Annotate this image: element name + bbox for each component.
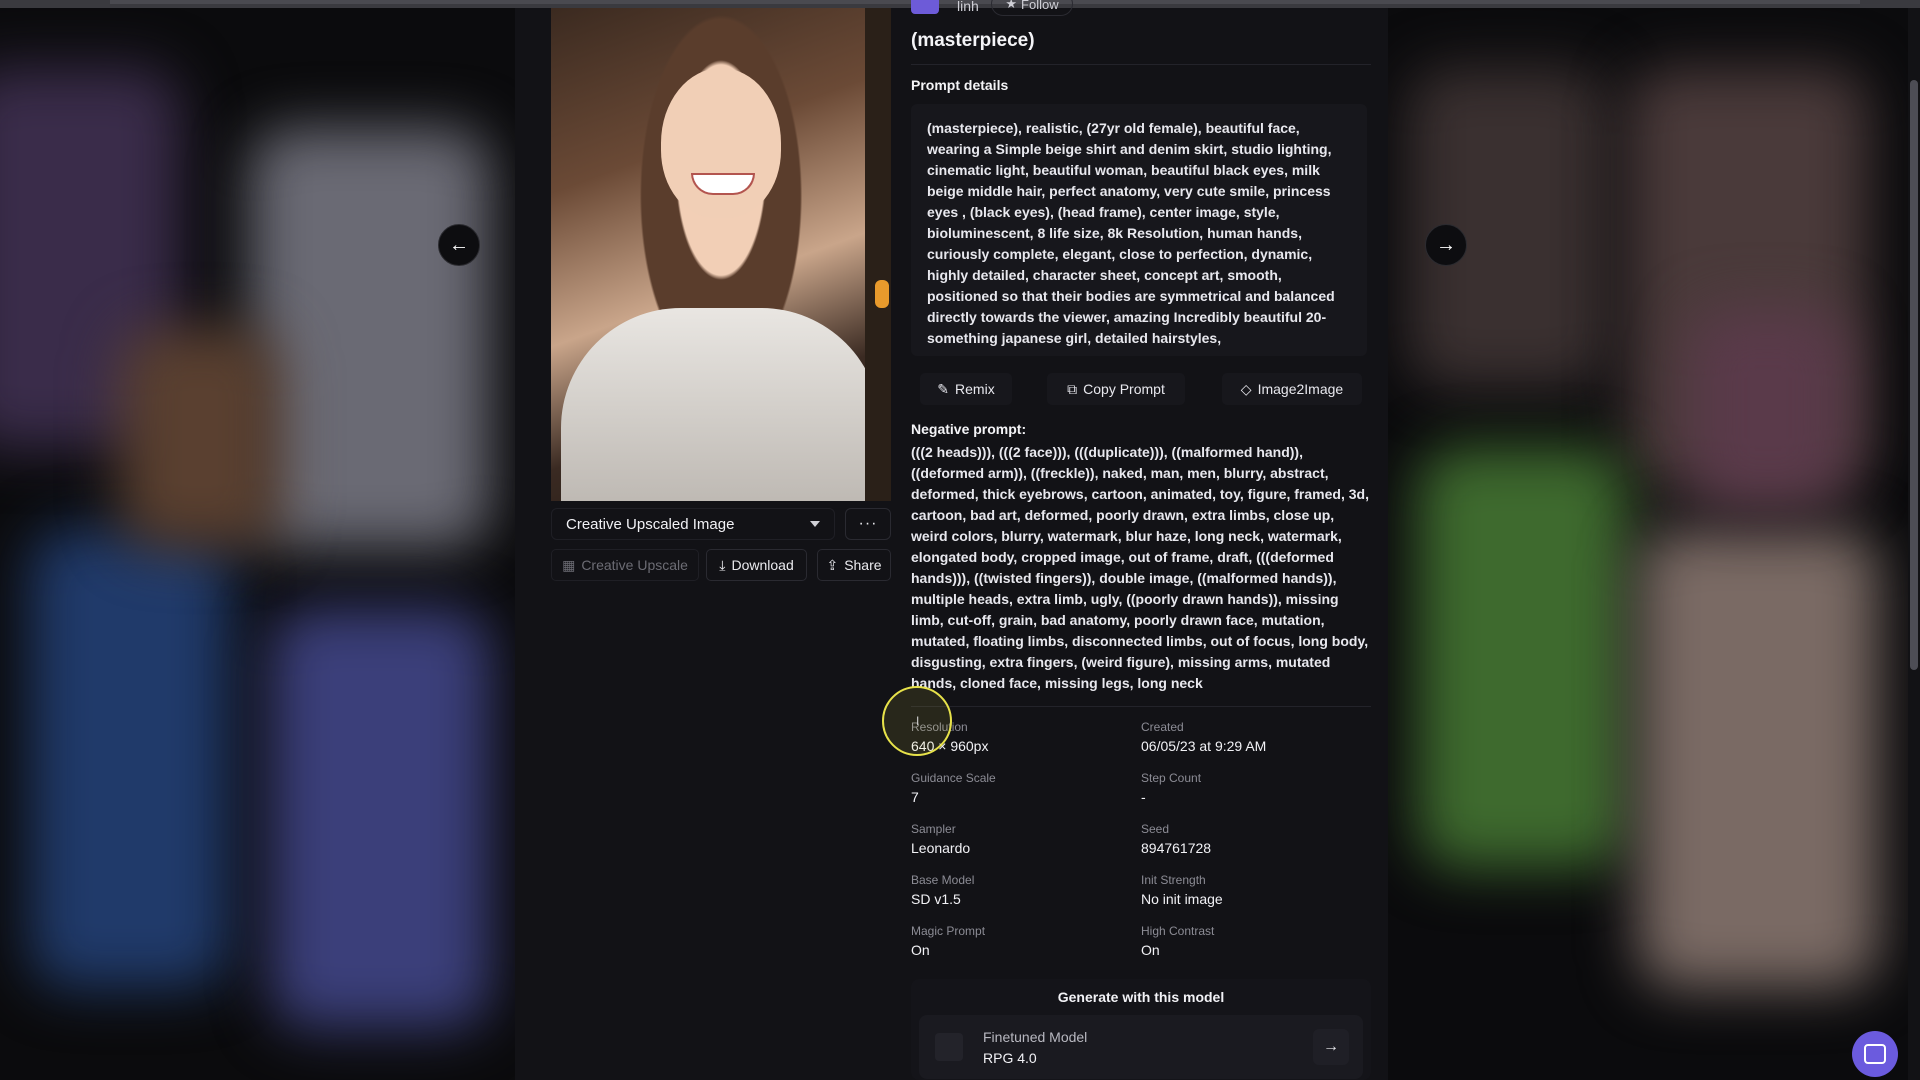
blur-shape — [270, 608, 490, 1028]
meta-sampler: Sampler Leonardo — [911, 822, 970, 856]
blur-shape — [1688, 308, 1848, 508]
meta-value: Leonardo — [911, 840, 971, 856]
blur-shape — [120, 328, 280, 548]
follow-button[interactable]: ★ Follow — [991, 0, 1073, 16]
meta-key: High Contrast — [1141, 924, 1215, 938]
share-label: Share — [844, 557, 882, 573]
chat-launcher-button[interactable] — [1852, 1031, 1898, 1077]
image2image-button[interactable]: ◇ Image2Image — [1222, 373, 1362, 405]
copy-prompt-button[interactable]: ⧉ Copy Prompt — [1047, 373, 1185, 405]
blur-shape — [1418, 448, 1628, 868]
page-scrollbar[interactable] — [1908, 8, 1920, 1080]
prompt-text-box: (masterpiece), realistic, (27yr old fema… — [911, 104, 1367, 356]
model-thumbnail — [935, 1033, 963, 1061]
meta-seed: Seed 894761728 — [1141, 822, 1211, 856]
meta-created: Created 06/05/23 at 9:29 AM — [1141, 720, 1266, 754]
star-icon: ★ — [1005, 0, 1018, 11]
meta-value: SD v1.5 — [911, 891, 961, 907]
meta-value: - — [1141, 789, 1146, 805]
prompt-details-label: Prompt details — [911, 77, 1009, 93]
magic-wand-icon: ✎ — [937, 380, 950, 397]
avatar[interactable] — [911, 0, 939, 14]
share-button[interactable]: ⇪ Share — [817, 549, 891, 581]
negative-prompt-text: (((2 heads))), (((2 face))), (((duplicat… — [911, 444, 1369, 691]
meta-magic-prompt: Magic Prompt On — [911, 924, 985, 958]
meta-guidance-scale: Guidance Scale 7 — [911, 771, 996, 805]
image-face — [661, 68, 781, 218]
next-image-button[interactable]: → — [1425, 224, 1467, 266]
meta-key: Step Count — [1141, 771, 1202, 785]
image-accent — [875, 280, 889, 308]
blur-shape — [30, 528, 230, 988]
follow-label: Follow — [1021, 0, 1059, 12]
meta-value: 06/05/23 at 9:29 AM — [1141, 738, 1267, 754]
more-options-button[interactable]: ··· — [845, 508, 891, 540]
divider — [911, 706, 1371, 707]
page-title: (masterpiece) — [911, 30, 1035, 51]
blur-shape — [1638, 528, 1878, 988]
share-icon: ⇪ — [826, 556, 839, 573]
generate-with-model-section: Generate with this model Finetuned Model… — [911, 979, 1371, 1080]
download-icon: ⤓ — [719, 556, 726, 573]
image-version-select[interactable]: Creative Upscaled Image — [551, 508, 835, 540]
blurred-background-left — [0, 8, 515, 1080]
blurred-background-right — [1388, 8, 1908, 1080]
scrollbar-thumb[interactable] — [1910, 80, 1918, 670]
blur-shape — [250, 128, 490, 548]
meta-step-count: Step Count - — [1141, 771, 1201, 805]
meta-value: On — [1141, 942, 1160, 958]
image-version-value: Creative Upscaled Image — [566, 515, 735, 533]
meta-high-contrast: High Contrast On — [1141, 924, 1214, 958]
generated-image[interactable] — [551, 8, 891, 501]
divider — [911, 64, 1371, 65]
chat-icon — [1864, 1044, 1886, 1064]
model-card[interactable]: Finetuned Model RPG 4.0 → — [919, 1015, 1363, 1079]
arrow-right-icon: → — [1323, 1038, 1339, 1055]
image-shirt — [561, 308, 881, 501]
model-name: RPG 4.0 — [983, 1050, 1037, 1066]
creative-upscale-button[interactable]: ▦ Creative Upscale — [551, 549, 699, 581]
copy-prompt-label: Copy Prompt — [1083, 381, 1165, 397]
meta-value: No init image — [1141, 891, 1223, 907]
image2image-label: Image2Image — [1257, 381, 1344, 397]
model-type-label: Finetuned Model — [983, 1029, 1088, 1045]
arrow-left-icon: ← — [449, 233, 469, 256]
generate-title: Generate with this model — [1057, 989, 1225, 1005]
copy-icon: ⧉ — [1067, 380, 1078, 397]
meta-key: Sampler — [911, 822, 956, 836]
previous-image-button[interactable]: ← — [438, 224, 480, 266]
meta-key: Init Strength — [1141, 873, 1206, 887]
meta-key: Created — [1141, 720, 1184, 734]
creator-name[interactable]: linh — [957, 0, 979, 14]
upscale-icon: ▦ — [562, 556, 576, 573]
download-label: Download — [731, 557, 794, 573]
meta-key: Base Model — [911, 873, 975, 887]
meta-value: On — [911, 942, 930, 958]
prompt-actions: ✎ Remix ⧉ Copy Prompt ◇ Image2Image — [911, 373, 1367, 405]
open-model-button[interactable]: → — [1313, 1029, 1349, 1065]
image-edge — [865, 8, 891, 501]
negative-prompt-label: Negative prompt: — [911, 421, 1027, 437]
arrow-right-icon: → — [1436, 233, 1456, 256]
meta-init-strength: Init Strength No init image — [1141, 873, 1223, 907]
meta-key: Magic Prompt — [911, 924, 986, 938]
download-button[interactable]: ⤓ Download — [706, 549, 807, 581]
diamond-icon: ◇ — [1240, 380, 1252, 397]
meta-key: Guidance Scale — [911, 771, 996, 785]
meta-base-model: Base Model SD v1.5 — [911, 873, 974, 907]
more-icon: ··· — [858, 515, 878, 532]
remix-label: Remix — [955, 381, 995, 397]
meta-value: 7 — [911, 789, 919, 805]
caret-down-icon — [810, 521, 820, 527]
remix-button[interactable]: ✎ Remix — [920, 373, 1012, 405]
tab-bar-edge — [110, 0, 1860, 4]
meta-key: Seed — [1141, 822, 1170, 836]
meta-value: 894761728 — [1141, 840, 1212, 856]
text-cursor-icon: I — [916, 714, 920, 728]
creative-upscale-label: Creative Upscale — [581, 557, 688, 573]
